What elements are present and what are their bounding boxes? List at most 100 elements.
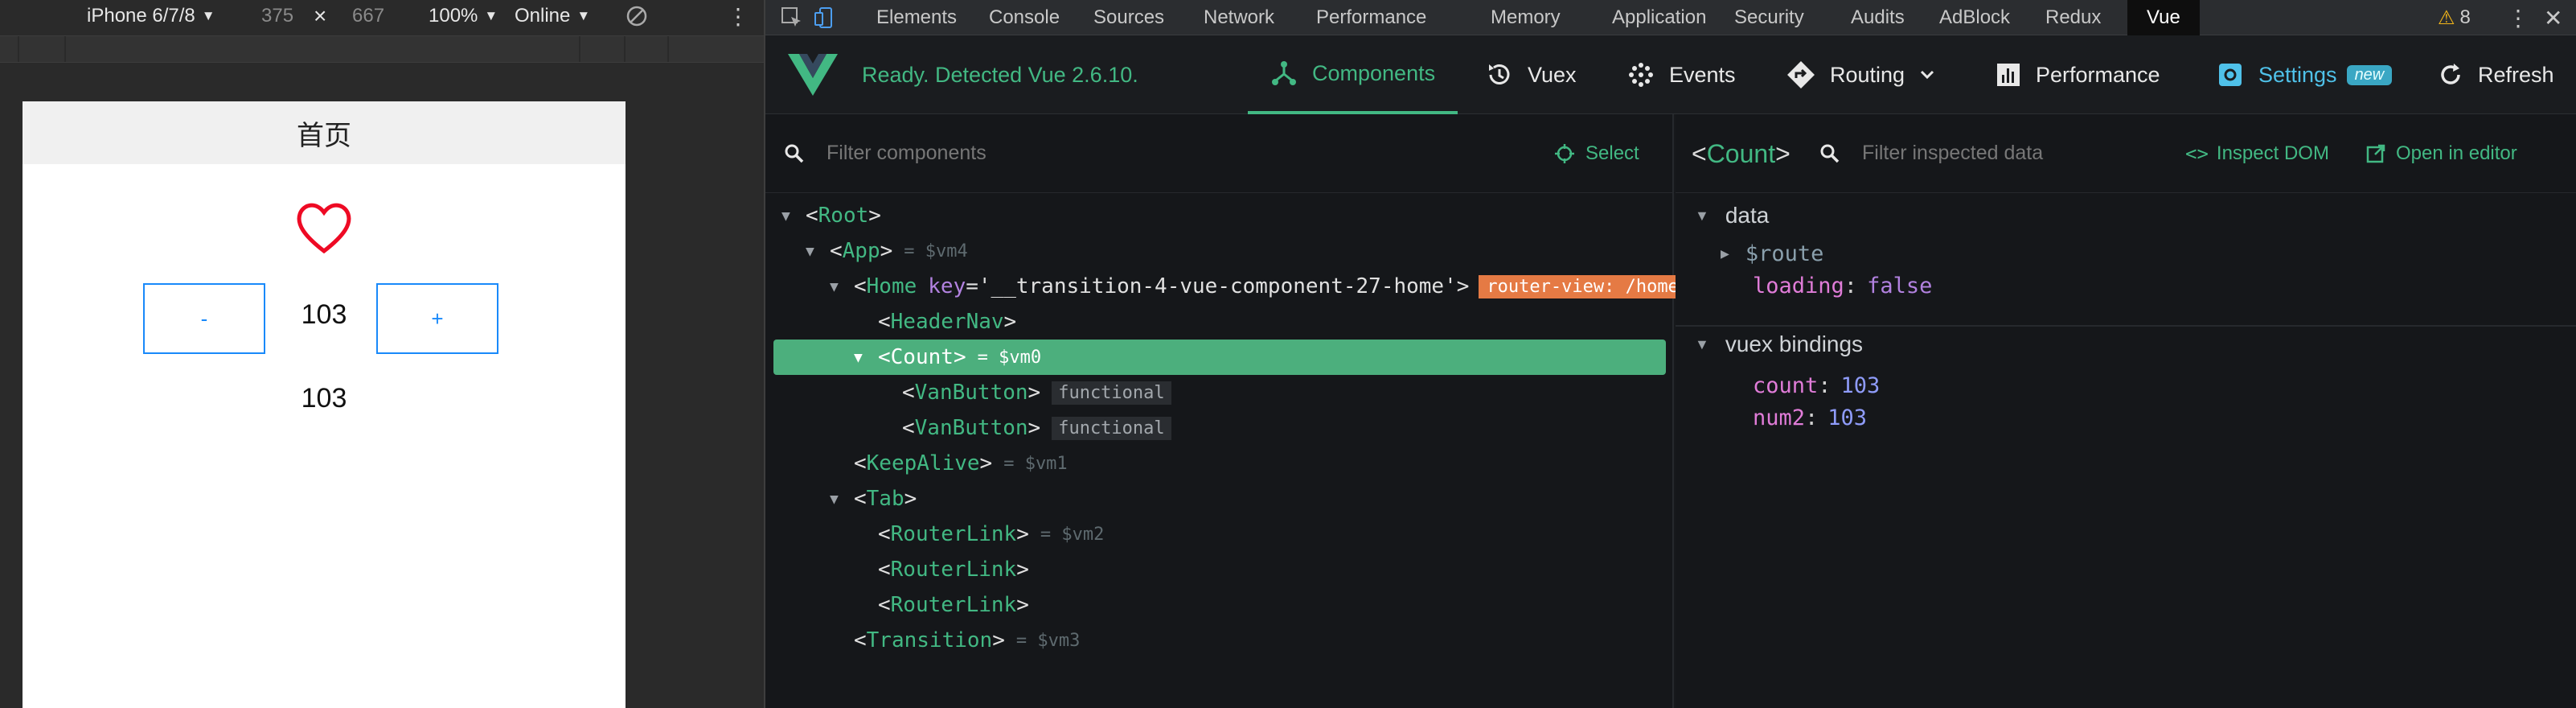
more-options-icon[interactable]: ⋮ bbox=[727, 0, 749, 32]
components-panel: Filter components Select ▼ < Root > ▼ < App… bbox=[765, 114, 1687, 708]
chevron-down-icon bbox=[1921, 70, 1934, 80]
tree-node-home[interactable]: ▼ < Home key = '__transition-4-vue-componen… bbox=[830, 269, 1687, 304]
search-icon bbox=[1820, 144, 1840, 163]
network-throttle-select[interactable]: Online ▼ bbox=[515, 0, 590, 32]
devtools-menu-icon[interactable]: ⋮ bbox=[2507, 0, 2529, 35]
inspect-element-icon[interactable] bbox=[780, 0, 804, 35]
gear-icon bbox=[2219, 64, 2242, 86]
tree-node-app[interactable]: ▼ < App > = $vm4 bbox=[806, 233, 968, 269]
dimension-separator: × bbox=[314, 3, 327, 28]
device-select[interactable]: iPhone 6/7/8 ▼ bbox=[87, 0, 215, 32]
data-key: $route bbox=[1745, 241, 1824, 266]
node-name: RouterLink bbox=[890, 558, 1017, 582]
device-emulation-pane: iPhone 6/7/8 ▼ 375 × 667 100% ▼ Online ▼… bbox=[0, 0, 764, 708]
tree-node-headernav[interactable]: < HeaderNav > bbox=[878, 304, 1016, 340]
width-input[interactable]: 375 bbox=[261, 0, 293, 32]
vuex-section-header[interactable]: ▼ vuex bindings bbox=[1695, 327, 1863, 362]
section-title: data bbox=[1725, 203, 1770, 228]
node-name: RouterLink bbox=[890, 522, 1017, 546]
tab-network[interactable]: Network bbox=[1204, 0, 1274, 35]
tab-vuex[interactable]: Vuex bbox=[1486, 35, 1577, 114]
close-icon[interactable]: ✕ bbox=[2544, 0, 2562, 35]
tab-events-label: Events bbox=[1669, 62, 1736, 87]
decrement-button[interactable]: - bbox=[143, 283, 265, 354]
tab-routing[interactable]: Routing bbox=[1786, 35, 1951, 114]
tree-node-routerlink[interactable]: < RouterLink > = $vm2 bbox=[878, 517, 1104, 552]
tab-events[interactable]: Events bbox=[1627, 35, 1736, 114]
count-display: 103 bbox=[301, 299, 347, 330]
target-icon bbox=[1555, 144, 1574, 163]
tree-node-root[interactable]: ▼ < Root > bbox=[781, 198, 881, 233]
inspector-filter-input[interactable]: Filter inspected data bbox=[1862, 142, 2043, 165]
routing-icon bbox=[1787, 61, 1815, 88]
tree-node-routerlink[interactable]: < RouterLink > bbox=[878, 552, 1029, 587]
vm-ref: = $vm4 bbox=[904, 241, 968, 261]
zoom-select[interactable]: 100% ▼ bbox=[429, 0, 498, 32]
tab-elements[interactable]: Elements bbox=[876, 0, 957, 35]
select-component-button[interactable]: Select bbox=[1553, 114, 1639, 193]
expand-arrow-icon: ▶ bbox=[1721, 245, 1729, 262]
tab-sources[interactable]: Sources bbox=[1093, 0, 1164, 35]
node-name: Tab bbox=[866, 487, 904, 511]
attr-value: '__transition-4-vue-component-27-home' bbox=[978, 274, 1457, 298]
components-filter-input[interactable]: Filter components bbox=[827, 142, 987, 165]
tree-node-routerlink[interactable]: < RouterLink > bbox=[878, 587, 1029, 623]
tab-application[interactable]: Application bbox=[1612, 0, 1706, 35]
rotate-icon[interactable] bbox=[626, 0, 648, 32]
open-in-editor-label: Open in editor bbox=[2396, 142, 2517, 164]
node-name: VanButton bbox=[914, 381, 1028, 405]
inspected-component-title: < Count > bbox=[1692, 138, 1790, 168]
inspect-dom-button[interactable]: <> Inspect DOM bbox=[2185, 114, 2329, 193]
vue-status: Ready. Detected Vue 2.6.10. bbox=[862, 62, 1138, 87]
tab-performance[interactable]: Performance bbox=[1316, 0, 1426, 35]
tree-node-transition[interactable]: < Transition > = $vm3 bbox=[854, 623, 1080, 658]
warning-counter[interactable]: ⚠ 8 bbox=[2438, 0, 2471, 35]
tab-settings-label: Settings bbox=[2258, 62, 2337, 87]
tab-routing-label: Routing bbox=[1830, 62, 1905, 87]
data-section-header[interactable]: ▼ data bbox=[1695, 198, 1769, 233]
refresh-button[interactable]: Refresh bbox=[2438, 35, 2554, 114]
components-icon bbox=[1272, 61, 1296, 85]
refresh-icon bbox=[2441, 64, 2460, 84]
increment-button[interactable]: + bbox=[376, 283, 498, 354]
tab-vue[interactable]: Vue bbox=[2127, 0, 2200, 35]
external-link-icon bbox=[2366, 144, 2385, 163]
tab-redux[interactable]: Redux bbox=[2045, 0, 2101, 35]
inspector-panel: < Count > Filter inspected data <> Inspect… bbox=[1676, 114, 2576, 708]
tree-node-tab[interactable]: ▼ < Tab > bbox=[830, 481, 917, 517]
tree-node-count[interactable]: ▼ < Count > = $vm0 bbox=[773, 340, 1666, 375]
tab-adblock[interactable]: AdBlock bbox=[1939, 0, 2010, 35]
search-icon bbox=[785, 144, 804, 163]
open-in-editor-button[interactable]: Open in editor bbox=[2365, 114, 2517, 193]
tree-node-vanbutton[interactable]: < VanButton > functional bbox=[902, 375, 1171, 410]
node-name: Home bbox=[866, 274, 917, 298]
device-toggle-icon[interactable] bbox=[812, 0, 836, 35]
attr-name: key bbox=[928, 274, 966, 298]
tree-node-vanbutton[interactable]: < VanButton > functional bbox=[902, 410, 1171, 446]
tab-console[interactable]: Console bbox=[989, 0, 1060, 35]
section-title: vuex bindings bbox=[1725, 331, 1864, 356]
height-input[interactable]: 667 bbox=[352, 0, 384, 32]
node-name: Count bbox=[890, 345, 954, 369]
vuex-row-count[interactable]: count: 103 bbox=[1753, 368, 1880, 402]
events-icon bbox=[1629, 63, 1653, 87]
tab-memory[interactable]: Memory bbox=[1491, 0, 1561, 35]
data-row-route[interactable]: ▶ $route bbox=[1721, 237, 1823, 270]
warning-icon: ⚠ bbox=[2438, 6, 2455, 29]
tab-components[interactable]: Components bbox=[1248, 35, 1458, 114]
tab-settings[interactable]: Settings new bbox=[2217, 35, 2393, 114]
node-name: Root bbox=[818, 204, 869, 228]
inspected-component-name: Count bbox=[1706, 138, 1776, 168]
router-view-badge: router-view: /home bbox=[1479, 274, 1687, 298]
tab-performance-label: Performance bbox=[2036, 62, 2160, 87]
vuex-row-num2[interactable]: num2: 103 bbox=[1753, 401, 1867, 434]
node-name: VanButton bbox=[914, 416, 1028, 440]
history-icon bbox=[1489, 64, 1510, 84]
device-toolbar: iPhone 6/7/8 ▼ 375 × 667 100% ▼ Online ▼… bbox=[0, 0, 764, 32]
tab-audits[interactable]: Audits bbox=[1851, 0, 1905, 35]
expand-arrow-icon: ▼ bbox=[781, 207, 790, 224]
tab-security[interactable]: Security bbox=[1734, 0, 1804, 35]
tree-node-keepalive[interactable]: < KeepAlive > = $vm1 bbox=[854, 446, 1068, 481]
tab-performance-vue[interactable]: Performance bbox=[1996, 35, 2160, 114]
data-row-loading[interactable]: loading: false bbox=[1753, 269, 1932, 303]
